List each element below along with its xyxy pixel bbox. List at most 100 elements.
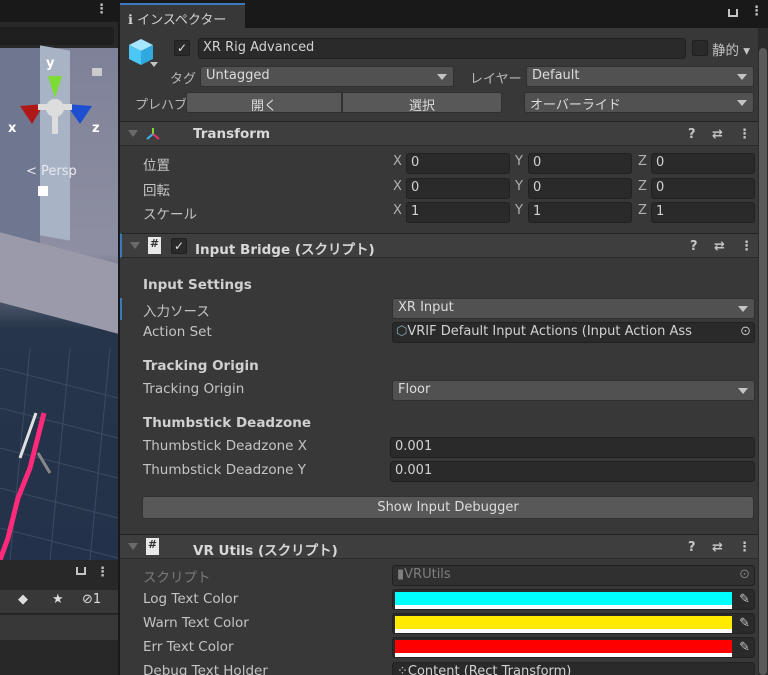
show-input-debugger-button[interactable]: Show Input Debugger [142, 496, 754, 519]
color-swatch[interactable] [395, 640, 732, 653]
presets-icon[interactable]: ⇄ [712, 127, 723, 142]
active-checkbox[interactable]: ✓ [174, 40, 190, 56]
action-set-label: Action Set [143, 324, 212, 340]
debug-text-holder-field[interactable]: ⁘Content (Rect Transform) [392, 662, 755, 675]
scale-y-input[interactable]: 1 [528, 202, 632, 223]
tag-dropdown[interactable]: Untagged [200, 66, 454, 87]
eyedropper-icon[interactable]: ✎ [739, 616, 750, 631]
color-swatch[interactable] [395, 592, 732, 605]
prefab-label: プレハブ [135, 98, 188, 113]
input-source-label: 入力ソース [143, 304, 210, 320]
scale-z-input[interactable]: 1 [651, 202, 755, 223]
foldout-arrow-icon[interactable] [130, 242, 140, 249]
script-value: VRUtils [404, 567, 451, 582]
scene-search-input[interactable] [0, 27, 114, 45]
object-name-input[interactable]: XR Rig Advanced [198, 38, 686, 59]
help-icon[interactable]: ? [690, 239, 698, 254]
overrides-dropdown[interactable]: オーバーライド [524, 92, 754, 113]
position-z-input[interactable]: 0 [651, 153, 755, 174]
layer-label: レイヤー [470, 72, 522, 87]
presets-icon[interactable]: ⇄ [712, 540, 723, 555]
static-checkbox[interactable] [692, 40, 708, 56]
tag-value: Untagged [206, 68, 270, 83]
position-x-input[interactable]: 0 [406, 153, 510, 174]
hierarchy-row[interactable] [0, 615, 118, 640]
input-settings-heading: Input Settings [143, 277, 252, 293]
more-menu-icon[interactable]: ⋮ [738, 540, 751, 555]
color-swatch[interactable] [395, 616, 732, 629]
icon-dropdown-arrow[interactable] [150, 62, 158, 67]
projection-label[interactable]: < Persp [26, 164, 77, 179]
rotation-y-input[interactable]: 0 [528, 178, 632, 199]
inspector-tab-bar: ℹ インスペクター ⋮ [120, 0, 768, 28]
deadzone-x-input[interactable]: 0.001 [390, 437, 755, 458]
gizmo-x-label[interactable]: x [8, 121, 16, 136]
rotation-row: 回転 X 0 Y 0 Z 0 [120, 177, 758, 201]
err-color-field[interactable]: ✎ [392, 637, 755, 658]
action-set-object-field[interactable]: ⬡VRIF Default Input Actions (Input Actio… [392, 322, 755, 343]
lock-icon[interactable] [76, 567, 86, 575]
rotation-x-input[interactable]: 0 [406, 178, 510, 199]
presets-icon[interactable]: ⇄ [714, 239, 725, 254]
overrides-label: オーバーライド [530, 98, 621, 113]
component-enabled-checkbox[interactable]: ✓ [171, 238, 187, 254]
vr-utils-header[interactable]: # VR Utils (スクリプト) ? ⇄ ⋮ [120, 534, 758, 559]
transform-fields: 位置 X 0 Y 0 Z 0 回転 X 0 Y 0 Z 0 スケール X 1 Y… [120, 152, 758, 223]
eyedropper-icon[interactable]: ✎ [739, 640, 750, 655]
hidden-count: 1 [92, 592, 102, 607]
x-label: X [393, 154, 402, 169]
input-source-dropdown[interactable]: XR Input [392, 298, 755, 319]
warn-color-field[interactable]: ✎ [392, 613, 755, 634]
rotation-z-input[interactable]: 0 [651, 178, 755, 199]
orientation-gizmo[interactable] [18, 76, 98, 146]
script-icon: # [146, 538, 159, 555]
scene-tab-bar: ⋮ [0, 0, 118, 22]
scene-toolbar [0, 22, 118, 48]
hierarchy-toolbar: ◆ ★ ⊘1 [0, 590, 118, 614]
layer-dropdown[interactable]: Default [526, 66, 754, 87]
position-y-input[interactable]: 0 [528, 153, 632, 174]
tag-icon[interactable]: ◆ [18, 592, 28, 607]
foldout-arrow-icon[interactable] [128, 130, 138, 137]
lock-icon[interactable] [728, 9, 738, 17]
more-menu-icon[interactable]: ⋮ [96, 565, 109, 580]
debug-text-holder-label: Debug Text Holder [143, 663, 268, 675]
z-label: Z [638, 154, 647, 169]
more-menu-icon[interactable]: ⋮ [95, 2, 108, 17]
foldout-arrow-icon[interactable] [128, 543, 138, 550]
camera-icon [38, 186, 48, 196]
help-icon[interactable]: ? [688, 127, 696, 142]
lock-icon[interactable] [92, 68, 102, 76]
debug-text-holder-value: Content (Rect Transform) [407, 664, 572, 675]
prefab-open-button[interactable]: 開く [186, 92, 342, 114]
more-menu-icon[interactable]: ⋮ [738, 127, 751, 142]
star-icon[interactable]: ★ [52, 592, 64, 607]
deadzone-x-label: Thumbstick Deadzone X [143, 438, 307, 454]
prefab-select-button[interactable]: 選択 [342, 92, 502, 114]
scale-x-input[interactable]: 1 [406, 202, 510, 223]
tab-inspector[interactable]: ℹ インスペクター [120, 3, 245, 28]
transform-header[interactable]: Transform ? ⇄ ⋮ [120, 121, 758, 146]
scale-label: スケール [143, 207, 197, 223]
scene-view[interactable]: ⋮ y x z < Persp [0, 0, 118, 560]
help-icon[interactable]: ? [688, 540, 696, 555]
scene-viewport[interactable]: y x z < Persp [0, 45, 118, 560]
eyedropper-icon[interactable]: ✎ [739, 592, 750, 607]
more-menu-icon[interactable]: ⋮ [750, 4, 763, 19]
tab-label: インスペクター [137, 13, 227, 28]
inspector-scrollbar[interactable] [758, 28, 768, 675]
layer-value: Default [532, 68, 580, 83]
object-picker-icon[interactable]: ⊙ [740, 324, 751, 339]
gizmo-y-label[interactable]: y [46, 56, 54, 71]
static-dropdown[interactable]: 静的 ▾ [712, 39, 750, 59]
hierarchy-header: ⋮ [0, 560, 118, 590]
tracking-origin-dropdown[interactable]: Floor [392, 380, 755, 401]
y-label: Y [515, 179, 523, 194]
hidden-icon[interactable]: ⊘1 [82, 592, 101, 607]
more-menu-icon[interactable]: ⋮ [740, 239, 753, 254]
deadzone-y-input[interactable]: 0.001 [390, 461, 755, 482]
input-bridge-header[interactable]: # ✓ Input Bridge (スクリプト) ? ⇄ ⋮ [120, 233, 758, 258]
log-color-field[interactable]: ✎ [392, 589, 755, 610]
scrollbar-thumb[interactable] [759, 48, 767, 675]
deadzone-heading: Thumbstick Deadzone [143, 415, 311, 431]
